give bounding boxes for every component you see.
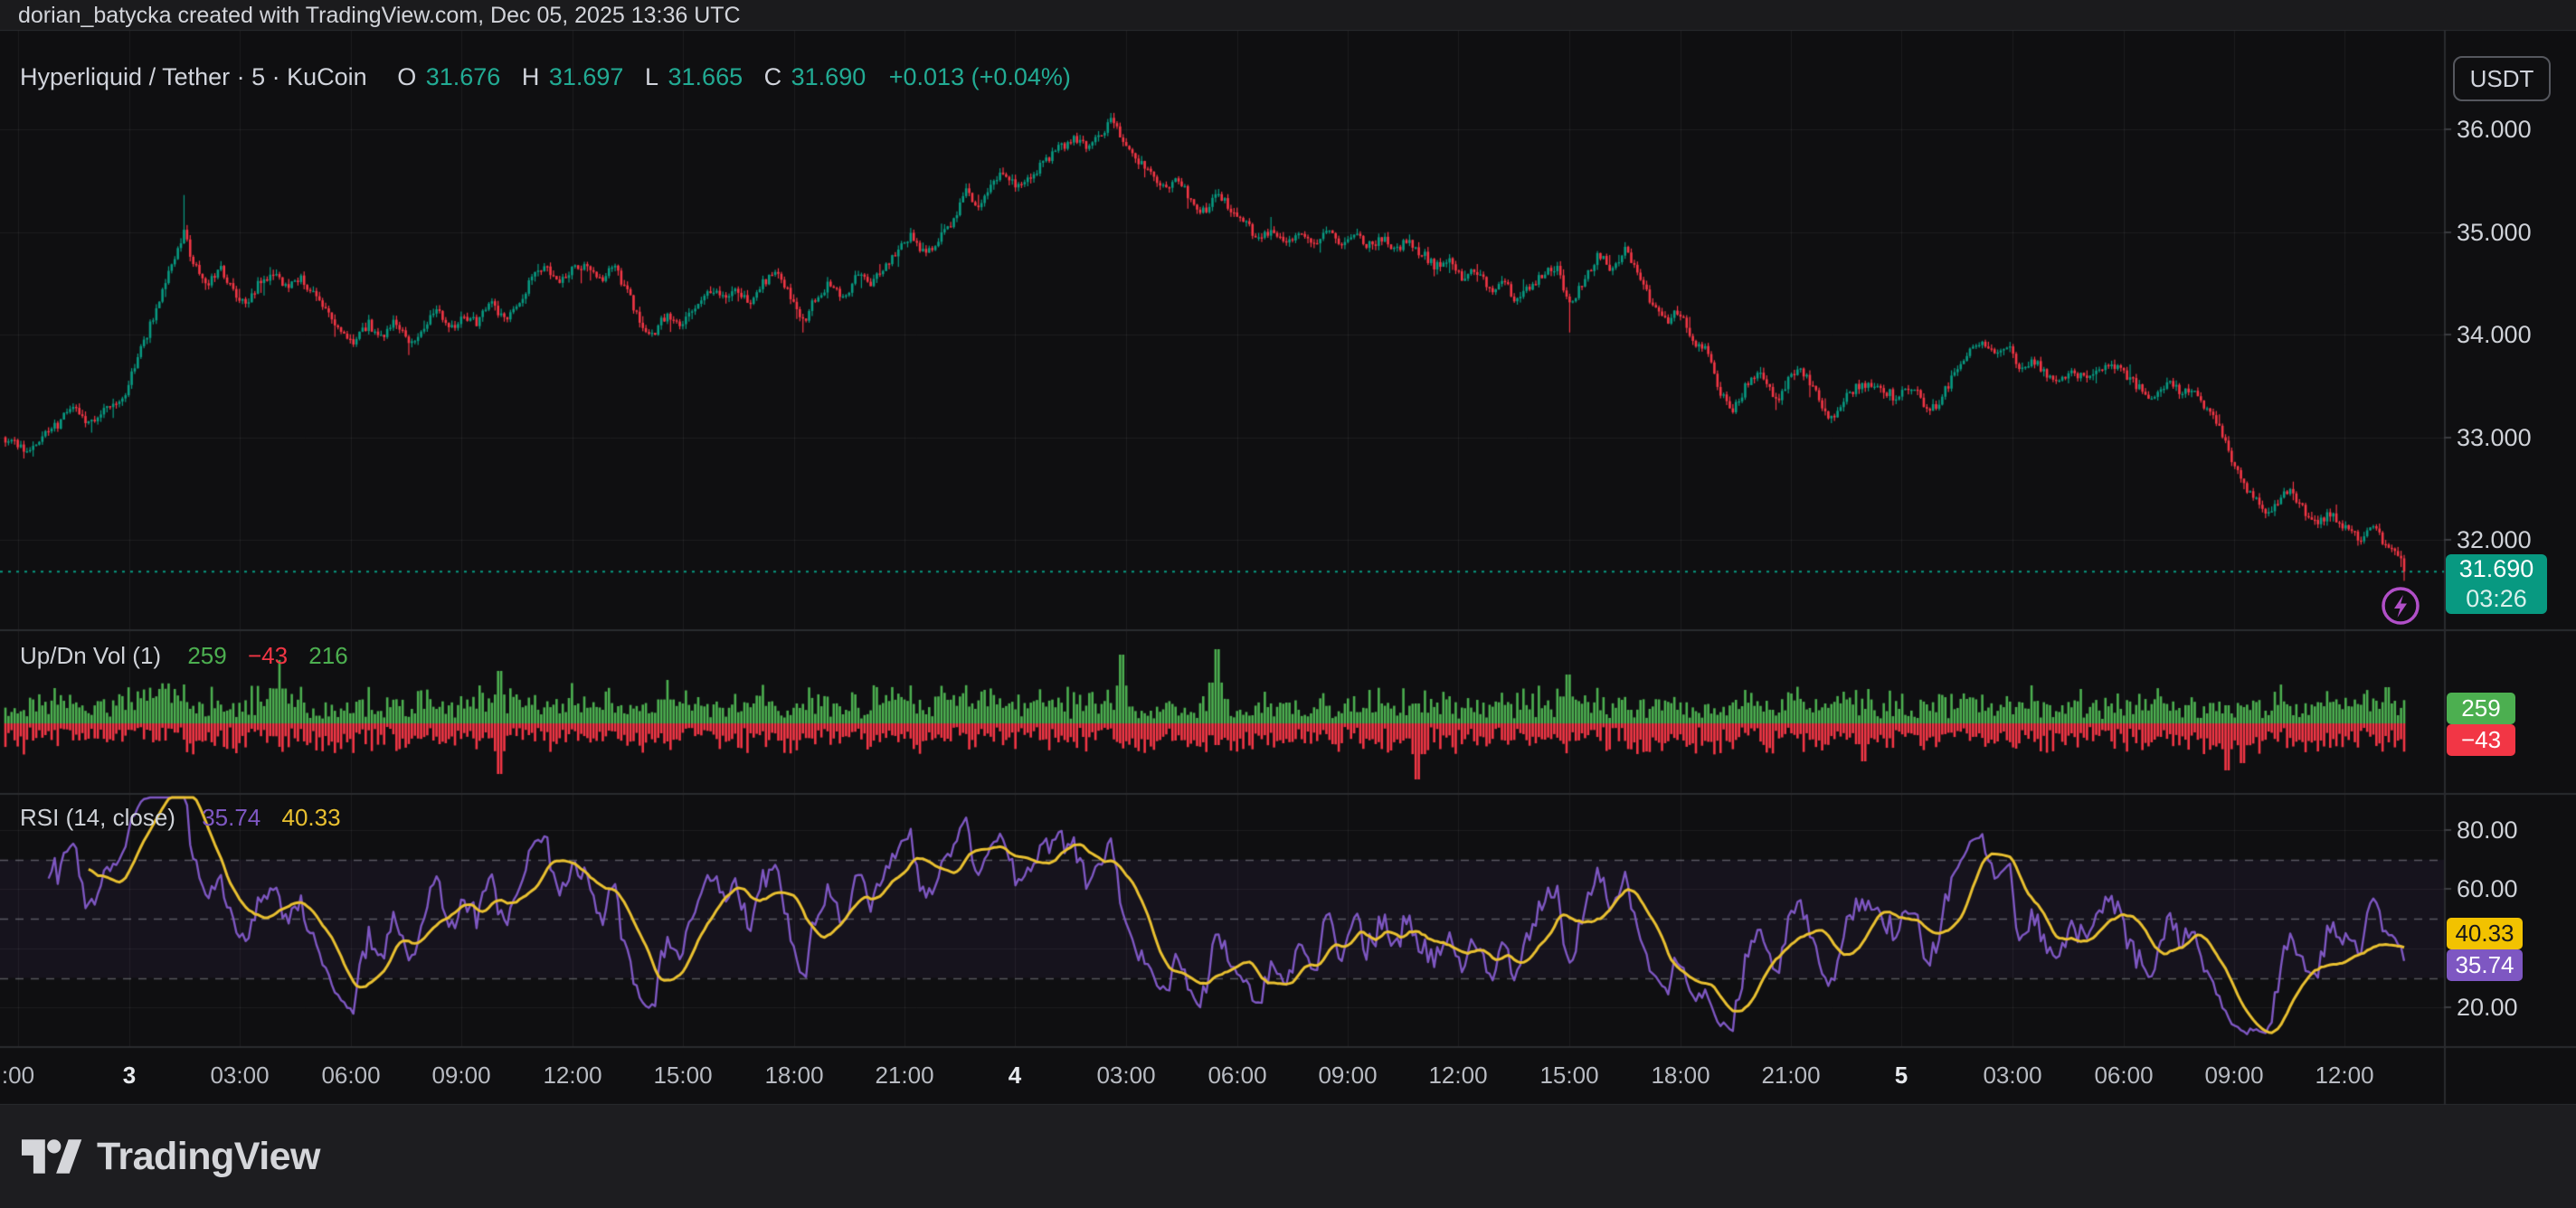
time-tick-label: 3 <box>123 1062 136 1090</box>
lightning-icon <box>2379 584 2422 628</box>
price-tick-label: 34.000 <box>2457 320 2532 349</box>
tradingview-logo-link[interactable]: TradingView <box>22 1135 320 1179</box>
time-tick-label: 12:00 <box>543 1062 601 1090</box>
time-tick-label: 4 <box>1009 1062 1021 1090</box>
time-tick-label: 03:00 <box>1096 1062 1155 1090</box>
bar-countdown: 03:26 <box>2446 584 2547 614</box>
last-price-badge: 31.690 03:26 <box>2446 554 2547 614</box>
rsi-tick-label: 60.00 <box>2457 874 2518 903</box>
time-tick-label: 06:00 <box>321 1062 380 1090</box>
volume-legend: Up/Dn Vol (1) 259 −43 216 <box>20 642 363 670</box>
high-label: H <box>522 63 540 90</box>
symbol-legend: Hyperliquid / Tether · 5 · KuCoin O 31.6… <box>20 63 1085 91</box>
last-price-value: 31.690 <box>2446 554 2547 584</box>
attribution-bar: dorian_batycka created with TradingView.… <box>0 0 2576 30</box>
currency-toggle-button[interactable]: USDT <box>2453 56 2551 101</box>
time-tick-label: 15:00 <box>1539 1062 1598 1090</box>
high-value: 31.697 <box>549 63 624 90</box>
time-tick-label: :00 <box>2 1062 34 1090</box>
rsi-value: 35.74 <box>202 804 260 831</box>
time-tick-label: 18:00 <box>1651 1062 1709 1090</box>
time-tick-label: 21:00 <box>875 1062 933 1090</box>
price-tick-label: 32.000 <box>2457 525 2532 554</box>
price-tick-label: 36.000 <box>2457 115 2532 144</box>
rsi-tick-label: 80.00 <box>2457 816 2518 845</box>
time-tick-label: 09:00 <box>2204 1062 2263 1090</box>
time-tick-label: 09:00 <box>431 1062 490 1090</box>
time-tick-label: 12:00 <box>2315 1062 2373 1090</box>
volume-down-badge: −43 <box>2447 724 2515 756</box>
time-tick-label: 09:00 <box>1318 1062 1377 1090</box>
time-tick-label: 06:00 <box>1208 1062 1266 1090</box>
volume-indicator-title[interactable]: Up/Dn Vol (1) <box>20 642 161 669</box>
symbol-title[interactable]: Hyperliquid / Tether · 5 · KuCoin <box>20 63 367 90</box>
low-label: L <box>645 63 658 90</box>
time-tick-label: 21:00 <box>1761 1062 1820 1090</box>
close-label: C <box>764 63 782 90</box>
volume-down-value: −43 <box>248 642 288 669</box>
time-tick-label: 06:00 <box>2094 1062 2153 1090</box>
footer-bar: TradingView <box>0 1105 2576 1208</box>
rsi-badge: 35.74 <box>2447 949 2523 981</box>
price-tick-label: 33.000 <box>2457 423 2532 452</box>
rsi-ma-value: 40.33 <box>282 804 341 831</box>
rsi-ma-badge: 40.33 <box>2447 918 2523 949</box>
volume-up-value: 259 <box>187 642 226 669</box>
price-tick-label: 35.000 <box>2457 218 2532 247</box>
lightning-trade-button[interactable] <box>2379 584 2422 628</box>
change-value: +0.013 (+0.04%) <box>889 63 1071 90</box>
attribution-text: dorian_batycka created with TradingView.… <box>18 3 741 28</box>
open-label: O <box>397 63 416 90</box>
time-tick-label: 03:00 <box>210 1062 269 1090</box>
tradingview-logo-icon <box>22 1137 83 1176</box>
close-value: 31.690 <box>791 63 867 90</box>
time-tick-label: 12:00 <box>1428 1062 1487 1090</box>
time-tick-label: 15:00 <box>653 1062 712 1090</box>
low-value: 31.665 <box>668 63 743 90</box>
time-tick-label: 18:00 <box>764 1062 823 1090</box>
tradingview-snapshot: dorian_batycka created with TradingView.… <box>0 0 2576 1208</box>
time-tick-label: 5 <box>1895 1062 1908 1090</box>
tradingview-wordmark: TradingView <box>97 1135 320 1179</box>
rsi-indicator-title[interactable]: RSI (14, close) <box>20 804 175 831</box>
rsi-tick-label: 20.00 <box>2457 993 2518 1022</box>
open-value: 31.676 <box>426 63 501 90</box>
volume-net-value: 216 <box>308 642 347 669</box>
time-tick-label: 03:00 <box>1983 1062 2041 1090</box>
rsi-legend: RSI (14, close) 35.74 40.33 <box>20 804 341 832</box>
chart-canvas[interactable] <box>0 0 2576 1208</box>
volume-up-badge: 259 <box>2447 693 2515 724</box>
